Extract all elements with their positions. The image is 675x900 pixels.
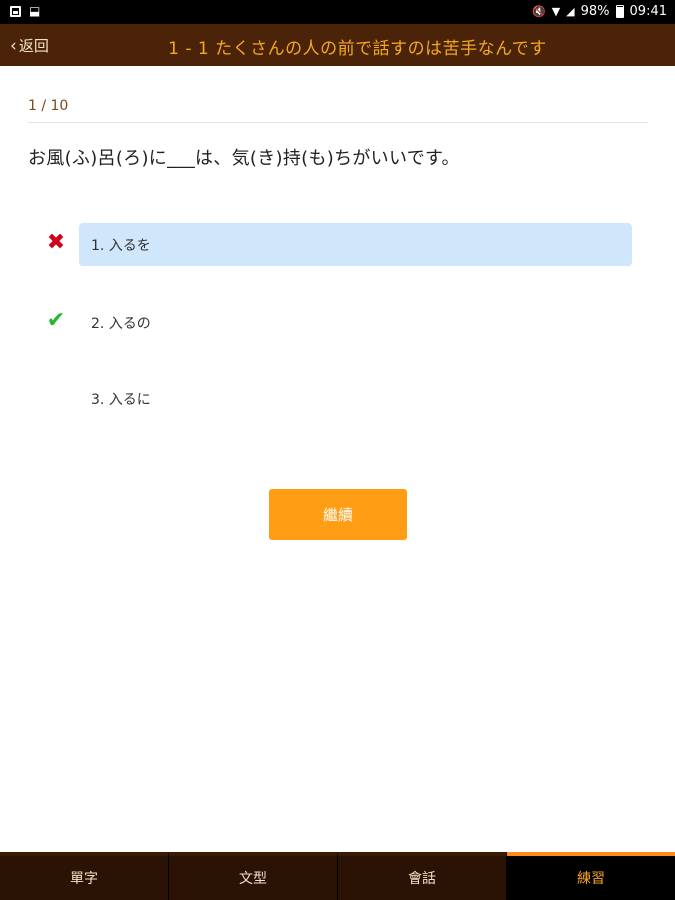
answer-option-3[interactable]: 3. 入るに <box>79 377 632 420</box>
tab-vocabulary[interactable]: 單字 <box>0 852 169 900</box>
tab-conversation[interactable]: 會話 <box>338 852 507 900</box>
status-bar: ⬓ 🔇 ▼ ◢ 98% 09:41 <box>0 0 675 24</box>
image-icon <box>10 5 21 17</box>
tab-sentence-patterns[interactable]: 文型 <box>169 852 338 900</box>
clock: 09:41 <box>629 4 667 19</box>
option-label: 1. 入るを <box>91 237 151 254</box>
bottom-tab-bar: 單字 文型 會話 練習 <box>0 852 675 900</box>
header-bar: ‹ 返回 1 - 1 たくさんの人の前で話すのは苦手なんです <box>0 24 675 66</box>
wrong-mark-icon: ✖ <box>46 229 66 255</box>
signal-icon: ◢ <box>566 5 575 18</box>
continue-button[interactable]: 繼續 <box>269 489 407 540</box>
option-label: 2. 入るの <box>91 315 151 332</box>
back-button[interactable]: ‹ 返回 <box>10 35 49 56</box>
divider <box>28 122 648 123</box>
mute-icon: 🔇 <box>531 5 546 18</box>
question-text: お風(ふ)呂(ろ)に___は、気(き)持(も)ちがいいです。 <box>28 148 460 169</box>
chevron-left-icon: ‹ <box>10 35 17 56</box>
tab-practice[interactable]: 練習 <box>507 852 675 900</box>
battery-percent: 98% <box>580 4 610 19</box>
correct-mark-icon: ✔ <box>46 307 66 333</box>
answer-option-1[interactable]: 1. 入るを <box>79 223 632 266</box>
back-label: 返回 <box>18 37 49 55</box>
wifi-icon: ▼ <box>551 5 561 18</box>
download-icon: ⬓ <box>29 4 41 18</box>
page-title: 1 - 1 たくさんの人の前で話すのは苦手なんです <box>168 39 547 59</box>
answer-option-2[interactable]: 2. 入るの <box>79 301 632 344</box>
option-label: 3. 入るに <box>91 391 151 408</box>
battery-icon <box>615 5 624 18</box>
question-progress: 1 / 10 <box>28 98 69 114</box>
